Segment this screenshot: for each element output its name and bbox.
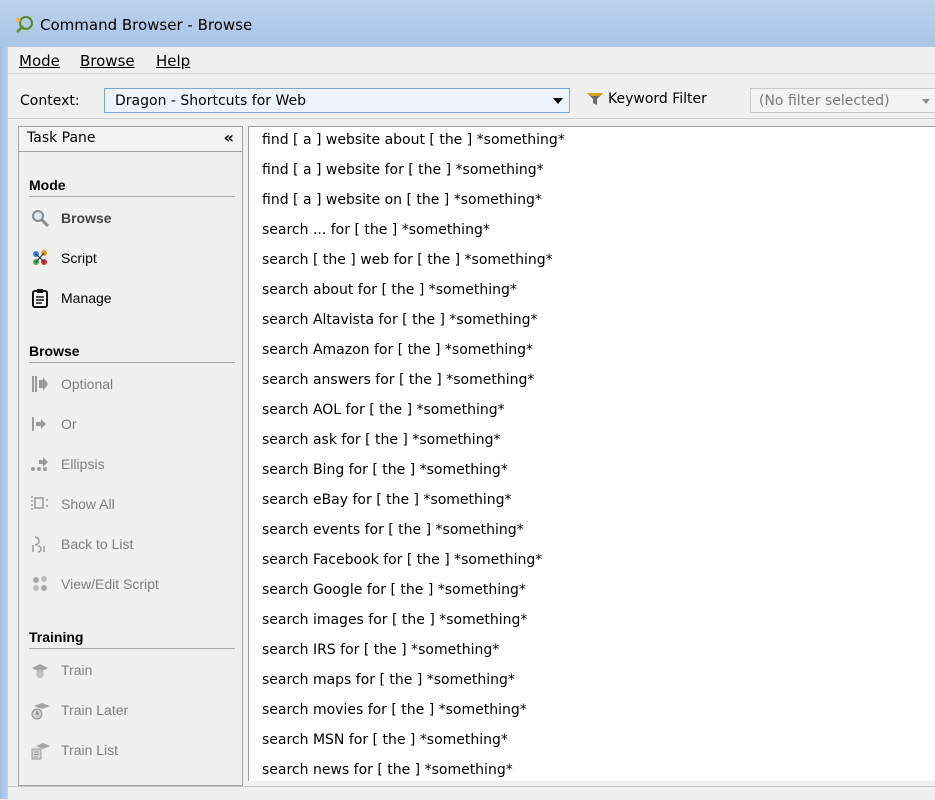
task-label: View/Edit Script: [61, 576, 159, 592]
context-dropdown[interactable]: Dragon - Shortcuts for Web: [104, 88, 570, 113]
clipboard-icon: [29, 287, 51, 309]
menu-bar: Mode Browse Help: [8, 47, 935, 74]
list-item[interactable]: search AOL for [ the ] *something*: [262, 402, 505, 418]
task-ellipsis[interactable]: Ellipsis: [29, 451, 105, 477]
menu-browse[interactable]: Browse: [80, 52, 135, 70]
command-list: find [ a ] website about [ the ] *someth…: [248, 126, 935, 781]
task-or[interactable]: Or: [29, 411, 77, 437]
task-train[interactable]: Train: [29, 657, 92, 683]
list-item[interactable]: search Amazon for [ the ] *something*: [262, 342, 533, 358]
section-title-training: Training: [29, 629, 84, 645]
list-item[interactable]: search images for [ the ] *something*: [262, 612, 527, 628]
task-label: Script: [61, 250, 97, 266]
task-browse[interactable]: Browse: [29, 205, 112, 231]
list-item[interactable]: search [ the ] web for [ the ] *somethin…: [262, 252, 553, 268]
task-back-to-list[interactable]: Back to List: [29, 531, 133, 557]
list-item[interactable]: search eBay for [ the ] *something*: [262, 492, 512, 508]
funnel-filter-icon: [587, 93, 603, 105]
status-bar: [8, 786, 935, 800]
keyword-filter-label: Keyword Filter: [608, 91, 707, 107]
show-all-icon: [29, 493, 51, 515]
task-label: Train Later: [61, 702, 129, 718]
list-item[interactable]: search Google for [ the ] *something*: [262, 582, 526, 598]
task-label: Ellipsis: [61, 456, 105, 472]
list-item[interactable]: search MSN for [ the ] *something*: [262, 732, 508, 748]
chevron-down-icon: [922, 99, 930, 104]
task-script[interactable]: Script: [29, 245, 97, 271]
view-edit-script-icon: [29, 573, 51, 595]
list-item[interactable]: search ... for [ the ] *something*: [262, 222, 490, 238]
section-divider: [29, 196, 235, 197]
task-label: Show All: [61, 496, 115, 512]
train-later-icon: [29, 699, 51, 721]
title-bar: Command Browser - Browse: [0, 0, 935, 47]
task-label: Browse: [61, 210, 112, 226]
section-divider: [29, 648, 235, 649]
list-item[interactable]: search Facebook for [ the ] *something*: [262, 552, 542, 568]
dragon-app-icon: [15, 16, 33, 33]
list-item[interactable]: find [ a ] website for [ the ] *somethin…: [262, 162, 544, 178]
list-item[interactable]: search IRS for [ the ] *something*: [262, 642, 499, 658]
magnifier-icon: [29, 207, 51, 229]
task-train-list[interactable]: Train List: [29, 737, 118, 763]
list-item[interactable]: search maps for [ the ] *something*: [262, 672, 515, 688]
menu-help[interactable]: Help: [156, 52, 190, 70]
task-label: Train List: [61, 742, 119, 758]
context-toolbar: Context: Dragon - Shortcuts for Web Keyw…: [8, 74, 935, 119]
task-label: Manage: [61, 290, 112, 306]
ellipsis-icon: [29, 453, 51, 475]
task-view-edit-script[interactable]: View/Edit Script: [29, 571, 159, 597]
task-pane-title: Task Pane: [27, 130, 96, 146]
task-show-all[interactable]: Show All: [29, 491, 115, 517]
optional-icon: [29, 373, 51, 395]
list-item[interactable]: search Bing for [ the ] *something*: [262, 462, 508, 478]
task-label: Or: [61, 416, 77, 432]
task-label: Train: [61, 662, 93, 678]
section-divider: [29, 362, 235, 363]
back-to-list-icon: [29, 533, 51, 555]
chevron-down-icon: [553, 98, 563, 104]
context-value: Dragon - Shortcuts for Web: [115, 93, 306, 109]
train-icon: [29, 659, 51, 681]
task-optional[interactable]: Optional: [29, 371, 113, 397]
list-item[interactable]: search news for [ the ] *something*: [262, 762, 513, 778]
list-item[interactable]: search events for [ the ] *something*: [262, 522, 524, 538]
list-item[interactable]: search answers for [ the ] *something*: [262, 372, 534, 388]
task-label: Back to List: [61, 536, 134, 552]
section-title-browse: Browse: [29, 343, 80, 359]
task-manage[interactable]: Manage: [29, 285, 112, 311]
list-item[interactable]: find [ a ] website on [ the ] *something…: [262, 192, 542, 208]
script-icon: [29, 247, 51, 269]
list-item[interactable]: search about for [ the ] *something*: [262, 282, 517, 298]
list-item[interactable]: search Altavista for [ the ] *something*: [262, 312, 538, 328]
task-train-later[interactable]: Train Later: [29, 697, 128, 723]
or-icon: [29, 413, 51, 435]
window-frame-edge: [0, 47, 8, 799]
keyword-filter-dropdown[interactable]: (No filter selected): [750, 88, 935, 113]
task-pane: Task Pane « Mode Browse Script Manage Br…: [18, 126, 243, 786]
task-pane-header: Task Pane «: [19, 127, 242, 152]
list-item[interactable]: find [ a ] website about [ the ] *someth…: [262, 132, 565, 148]
section-title-mode: Mode: [29, 177, 66, 193]
context-label: Context:: [20, 93, 80, 109]
keyword-filter-value: (No filter selected): [759, 93, 890, 109]
list-item[interactable]: search movies for [ the ] *something*: [262, 702, 527, 718]
collapse-pane-icon[interactable]: «: [224, 128, 234, 147]
list-item[interactable]: search ask for [ the ] *something*: [262, 432, 500, 448]
task-label: Optional: [61, 376, 114, 392]
train-list-icon: [29, 739, 51, 761]
window-title: Command Browser - Browse: [40, 16, 253, 34]
menu-mode[interactable]: Mode: [19, 52, 60, 70]
